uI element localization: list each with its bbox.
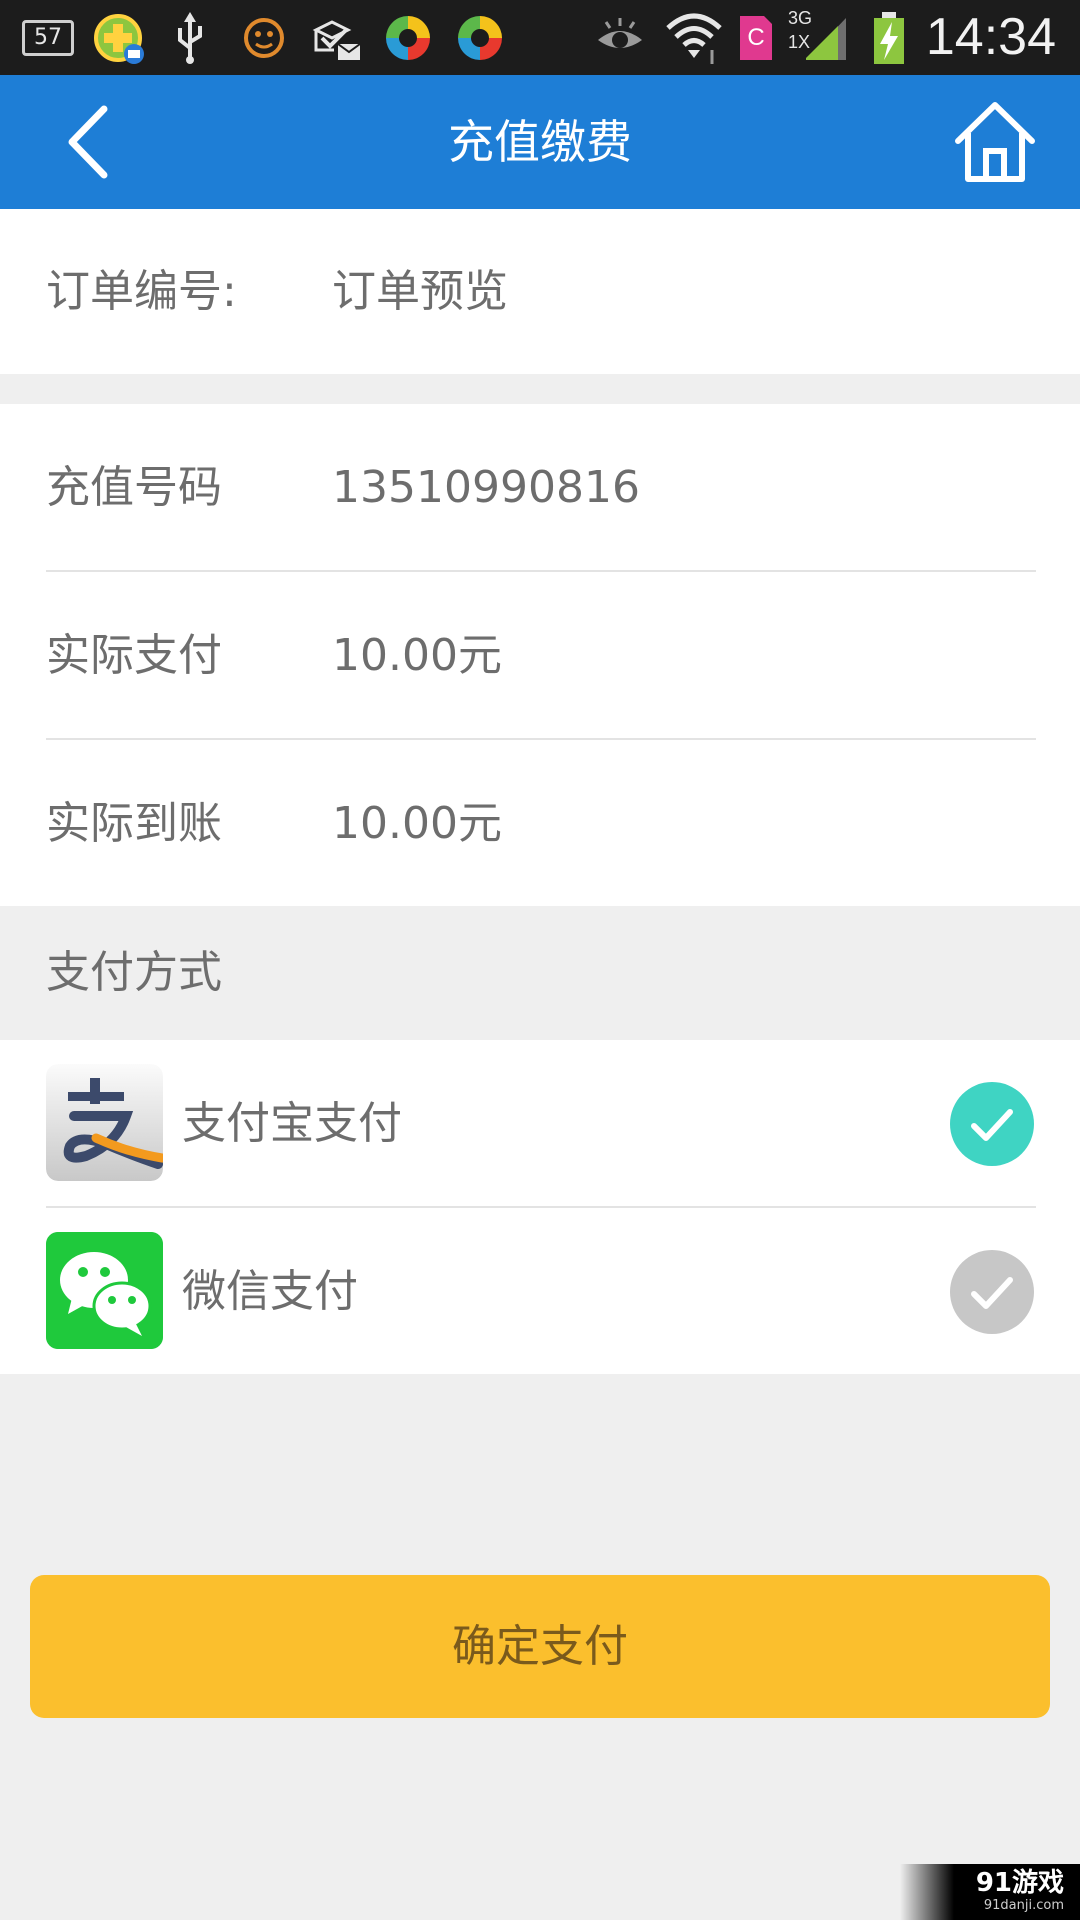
detail-label: 充值号码 bbox=[46, 462, 222, 513]
wechat-logo-icon bbox=[46, 1232, 163, 1349]
detail-label: 实际到账 bbox=[46, 798, 222, 849]
detail-label: 实际支付 bbox=[46, 630, 222, 681]
detail-value: 13510990816 bbox=[332, 462, 640, 513]
confirm-payment-button[interactable]: 确定支付 bbox=[30, 1575, 1050, 1718]
payment-option-label: 支付宝支付 bbox=[182, 1098, 402, 1149]
status-bar: 57 C 3G 1X 14:34 bbox=[0, 0, 1080, 75]
page-title: 充值缴费 bbox=[448, 115, 632, 169]
detail-value: 10.00元 bbox=[332, 630, 502, 681]
wechat-unselected-checkbox[interactable] bbox=[950, 1250, 1034, 1334]
home-button[interactable] bbox=[950, 97, 1040, 187]
detail-row-received: 实际到账 10.00元 bbox=[0, 740, 1080, 907]
detail-row-paid: 实际支付 10.00元 bbox=[0, 572, 1080, 739]
watermark-logo: 91游戏 bbox=[975, 1868, 1064, 1898]
details-section: 充值号码 13510990816 实际支付 10.00元 实际到账 10.00元 bbox=[0, 404, 1080, 906]
watermark-url: 91danji.com bbox=[983, 1898, 1064, 1913]
order-number-label: 订单编号: bbox=[46, 266, 237, 317]
checkmark-icon bbox=[971, 1109, 1013, 1141]
sim-label: C bbox=[747, 24, 765, 51]
usb-icon bbox=[178, 12, 202, 64]
order-section: 订单编号: 订单预览 bbox=[0, 209, 1080, 374]
payment-method-header: 支付方式 bbox=[46, 947, 222, 998]
app-plus-icon bbox=[94, 14, 144, 64]
order-number-value: 订单预览 bbox=[332, 266, 508, 317]
eye-icon bbox=[598, 18, 642, 48]
browser-app-icon bbox=[386, 16, 430, 60]
alipay-selected-checkbox[interactable] bbox=[950, 1082, 1034, 1166]
wifi-icon bbox=[666, 13, 722, 64]
notification-count-badge: 57 bbox=[22, 20, 74, 56]
alipay-logo-icon bbox=[46, 1064, 163, 1181]
status-time: 14:34 bbox=[925, 8, 1056, 66]
payment-option-wechat[interactable]: 微信支付 bbox=[0, 1208, 1080, 1375]
checkmark-icon bbox=[971, 1277, 1013, 1309]
watermark: 91游戏 91danji.com bbox=[900, 1864, 1080, 1920]
signal-icon bbox=[806, 18, 846, 60]
title-bar: 充值缴费 bbox=[0, 75, 1080, 209]
payment-option-alipay[interactable]: 支付宝支付 bbox=[0, 1040, 1080, 1207]
detail-value: 10.00元 bbox=[332, 798, 502, 849]
detail-row-phone: 充值号码 13510990816 bbox=[0, 404, 1080, 571]
payment-methods-list: 支付宝支付 微信支付 bbox=[0, 1040, 1080, 1374]
payment-option-label: 微信支付 bbox=[182, 1266, 358, 1317]
battery-charging-icon bbox=[874, 12, 904, 64]
face-icon bbox=[244, 18, 284, 58]
browser-app-icon-2 bbox=[458, 16, 502, 60]
home-icon bbox=[955, 102, 1035, 182]
message-check-icon bbox=[312, 20, 361, 60]
